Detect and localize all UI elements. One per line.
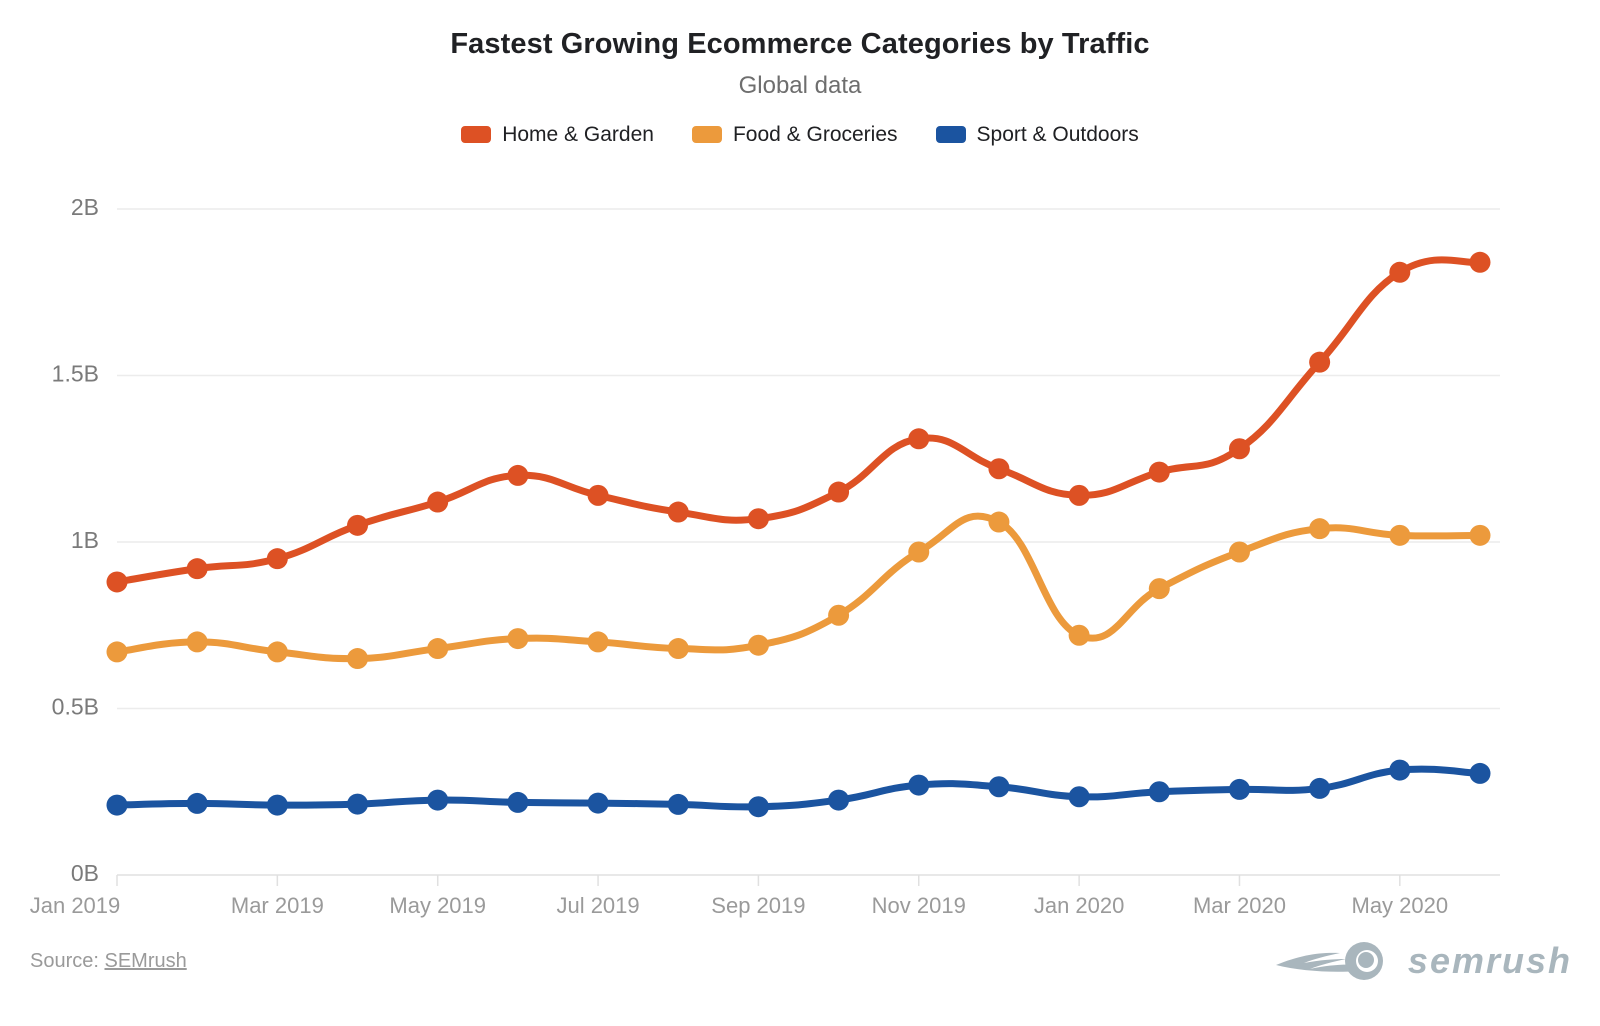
brand-logo: semrush — [1274, 938, 1572, 984]
data-point[interactable] — [587, 484, 609, 506]
y-axis-tick-label: 0B — [71, 860, 99, 886]
data-point[interactable] — [1228, 541, 1250, 563]
legend-swatch-icon — [461, 126, 492, 144]
data-point[interactable] — [266, 794, 288, 816]
data-point[interactable] — [667, 638, 689, 660]
data-point[interactable] — [587, 792, 609, 814]
data-point[interactable] — [908, 774, 930, 796]
data-point[interactable] — [427, 789, 449, 811]
data-point[interactable] — [186, 792, 208, 814]
data-point[interactable] — [347, 514, 369, 536]
data-point[interactable] — [1148, 578, 1170, 600]
x-axis-tick-label: Jul 2019 — [556, 893, 639, 918]
data-point[interactable] — [427, 491, 449, 513]
data-point[interactable] — [828, 789, 850, 811]
data-point[interactable] — [747, 634, 769, 656]
x-axis-tick-label: May 2019 — [389, 893, 486, 918]
data-point[interactable] — [667, 793, 689, 815]
data-point[interactable] — [427, 638, 449, 660]
data-point[interactable] — [1148, 781, 1170, 803]
source-link[interactable]: SEMrush — [104, 950, 186, 972]
y-axis-tick-label: 1B — [71, 527, 99, 553]
data-point[interactable] — [988, 458, 1010, 480]
x-axis-tick-label: Nov 2019 — [872, 893, 966, 918]
series-line-sport-outdoors — [113, 765, 1484, 811]
data-point[interactable] — [347, 793, 369, 815]
data-point[interactable] — [1228, 438, 1250, 460]
data-point[interactable] — [747, 796, 769, 818]
data-point[interactable] — [828, 481, 850, 503]
comet-icon — [1275, 942, 1383, 980]
data-point[interactable] — [1389, 261, 1411, 283]
chart-subtitle: Global data — [738, 71, 862, 99]
data-point[interactable] — [828, 604, 850, 626]
legend-label: Sport & Outdoors — [976, 122, 1139, 146]
legend-label: Home & Garden — [502, 122, 654, 146]
data-point[interactable] — [1469, 251, 1491, 273]
data-point[interactable] — [507, 628, 529, 650]
source-prefix: Source: — [30, 950, 105, 972]
data-point[interactable] — [1068, 624, 1090, 646]
chart-figure: Fastest Growing Ecommerce Categories by … — [0, 0, 1600, 1026]
line-chart-svg: 2B1.5B1B0.5B0B Jan 2019 Mar 2019 May 2019 J… — [30, 194, 1500, 918]
y-axis-ticks: 2B 1.5B 1B 0.5B 0B — [52, 194, 99, 886]
data-point[interactable] — [347, 648, 369, 670]
data-point[interactable] — [1309, 518, 1331, 540]
data-point[interactable] — [988, 776, 1010, 798]
page-title: Fastest Growing Ecommerce Categories by … — [450, 28, 1150, 60]
data-point[interactable] — [186, 631, 208, 653]
y-axis-tick-label: 0.5B — [52, 694, 99, 720]
legend-swatch-icon — [691, 126, 722, 144]
x-axis-tick-label: Sep 2019 — [711, 893, 805, 918]
legend-item-food-groceries[interactable]: Food & Groceries — [691, 122, 898, 147]
data-point[interactable] — [1469, 762, 1491, 784]
data-point[interactable] — [1309, 777, 1331, 799]
data-point[interactable] — [266, 548, 288, 570]
data-point[interactable] — [1068, 484, 1090, 506]
data-point[interactable] — [186, 558, 208, 580]
series-lines — [113, 256, 1484, 811]
data-point[interactable] — [106, 571, 128, 593]
data-point[interactable] — [587, 631, 609, 653]
data-point[interactable] — [507, 791, 529, 813]
x-axis-tick-label: May 2020 — [1352, 893, 1449, 918]
data-point[interactable] — [747, 508, 769, 530]
data-point[interactable] — [1228, 778, 1250, 800]
legend-item-home-garden[interactable]: Home & Garden — [461, 123, 654, 147]
data-point[interactable] — [988, 511, 1010, 533]
source-note: Source: SEMrush — [30, 950, 187, 973]
data-point[interactable] — [1148, 461, 1170, 483]
data-point[interactable] — [507, 464, 529, 486]
data-point[interactable] — [266, 641, 288, 663]
data-point[interactable] — [1309, 351, 1331, 373]
data-point[interactable] — [1389, 759, 1411, 781]
data-point[interactable] — [667, 501, 689, 523]
legend-swatch-icon — [935, 126, 966, 144]
series-line-home-garden — [113, 256, 1484, 586]
x-axis-tick-label: Mar 2019 — [231, 893, 324, 918]
data-point[interactable] — [908, 541, 930, 563]
x-axis-tick-label: Jan 2020 — [1034, 893, 1125, 918]
x-axis-ticks: Jan 2019 Mar 2019 May 2019 Jul 2019 Sep 2019… — [30, 875, 1448, 918]
chart-footer: Source: SEMrush semrush — [0, 930, 1600, 1026]
data-point[interactable] — [106, 794, 128, 816]
data-point[interactable] — [908, 428, 930, 450]
chart-legend: Home & Garden Food & Groceries Sport & O… — [0, 123, 1600, 147]
x-axis-tick-label: Jan 2019 — [30, 893, 121, 918]
legend-label: Food & Groceries — [732, 122, 898, 146]
y-axis-tick-label: 1.5B — [52, 361, 99, 387]
legend-item-sport-outdoors[interactable]: Sport & Outdoors — [935, 122, 1139, 147]
plot-area: 2B 1.5B 1B 0.5B 0B Jan 2019 Mar 2019 May 2019 J… — [0, 180, 1600, 920]
brand-wordmark: semrush — [1407, 940, 1572, 981]
y-axis-tick-label: 2B — [71, 194, 99, 220]
x-axis-tick-label: Mar 2020 — [1193, 893, 1286, 918]
data-point[interactable] — [1068, 786, 1090, 808]
data-point[interactable] — [1389, 524, 1411, 546]
data-point[interactable] — [1469, 524, 1491, 546]
data-point[interactable] — [106, 641, 128, 663]
